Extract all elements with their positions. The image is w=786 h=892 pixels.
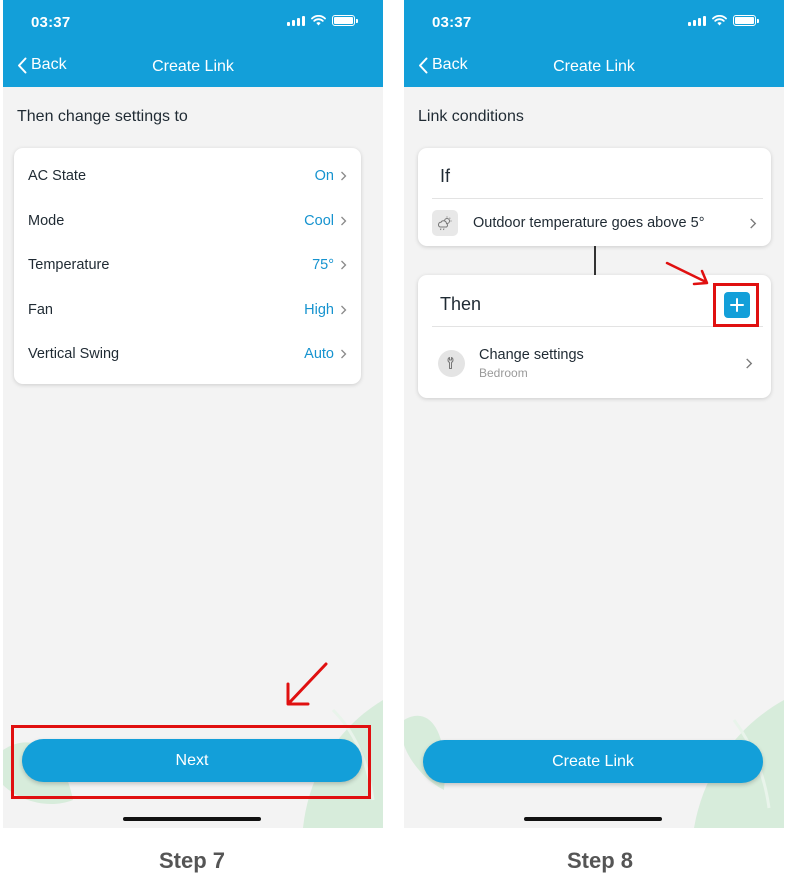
- connector-line: [594, 246, 596, 276]
- setting-label: Fan: [28, 301, 53, 318]
- setting-row-ac-state[interactable]: AC State On: [14, 154, 361, 199]
- status-icons: [688, 15, 759, 26]
- wifi-icon: [311, 15, 326, 26]
- setting-label: Temperature: [28, 257, 110, 274]
- if-title: If: [440, 166, 451, 186]
- action-texts: Change settings Bedroom: [479, 347, 584, 380]
- arrow-annotation-icon: [665, 261, 709, 286]
- status-icons: [287, 15, 358, 26]
- nav-title: Create Link: [152, 58, 234, 75]
- wifi-icon: [712, 15, 727, 26]
- chevron-right-icon: [341, 305, 347, 315]
- status-time: 03:37: [31, 14, 71, 31]
- next-highlight-box: [11, 725, 371, 799]
- action-row[interactable]: Change settings Bedroom: [438, 343, 753, 383]
- top-bar: 03:37 Back Create Link: [3, 0, 383, 87]
- action-subtitle: Bedroom: [479, 365, 528, 380]
- step7-caption: Step 7: [158, 848, 226, 873]
- setting-label: Vertical Swing: [28, 346, 120, 363]
- setting-row-mode[interactable]: Mode Cool: [14, 199, 361, 244]
- setting-value: 75°: [312, 257, 334, 274]
- section-label: Then change settings to: [17, 108, 188, 125]
- setting-label: Mode: [28, 212, 65, 229]
- then-title: Then: [440, 294, 482, 314]
- settings-card: AC State On Mode Cool Temperature 75° Fa…: [14, 148, 361, 384]
- chevron-right-icon: [341, 260, 347, 270]
- arrow-annotation-icon: [286, 662, 328, 706]
- condition-row[interactable]: Outdoor temperature goes above 5°: [432, 208, 757, 238]
- top-bar: 03:37 Back Create Link: [404, 0, 784, 87]
- setting-row-temperature[interactable]: Temperature 75°: [14, 243, 361, 288]
- home-indicator: [524, 817, 662, 821]
- chevron-right-icon: [341, 171, 347, 181]
- divider: [432, 198, 763, 199]
- step8-screen: 03:37 Back Create Link Link conditions I…: [404, 0, 784, 828]
- weather-icon: [432, 210, 458, 236]
- setting-value: Cool: [304, 212, 334, 229]
- chevron-right-icon: [746, 357, 753, 369]
- chevron-right-icon: [341, 349, 347, 359]
- if-card: If Outdoor temperature goes above 5°: [418, 148, 771, 246]
- section-label: Link conditions: [418, 108, 524, 125]
- setting-value: High: [304, 301, 334, 318]
- setting-row-fan[interactable]: Fan High: [14, 288, 361, 333]
- chevron-right-icon: [750, 217, 757, 229]
- add-action-highlight-box: [713, 283, 759, 327]
- condition-text: Outdoor temperature goes above 5°: [473, 215, 705, 231]
- battery-icon: [332, 15, 358, 26]
- home-indicator: [123, 817, 261, 821]
- signal-icon: [688, 15, 706, 26]
- setting-value: On: [314, 168, 334, 185]
- status-time: 03:37: [432, 14, 472, 31]
- create-link-button[interactable]: Create Link: [423, 740, 763, 783]
- nav-title: Create Link: [553, 58, 635, 75]
- step8-caption: Step 8: [566, 848, 634, 873]
- chevron-right-icon: [341, 216, 347, 226]
- setting-label: AC State: [28, 168, 87, 185]
- setting-row-vertical-swing[interactable]: Vertical Swing Auto: [14, 332, 361, 377]
- battery-icon: [733, 15, 759, 26]
- setting-value: Auto: [304, 346, 334, 363]
- action-title: Change settings: [479, 346, 584, 363]
- wrench-icon: [438, 349, 465, 377]
- signal-icon: [287, 15, 305, 26]
